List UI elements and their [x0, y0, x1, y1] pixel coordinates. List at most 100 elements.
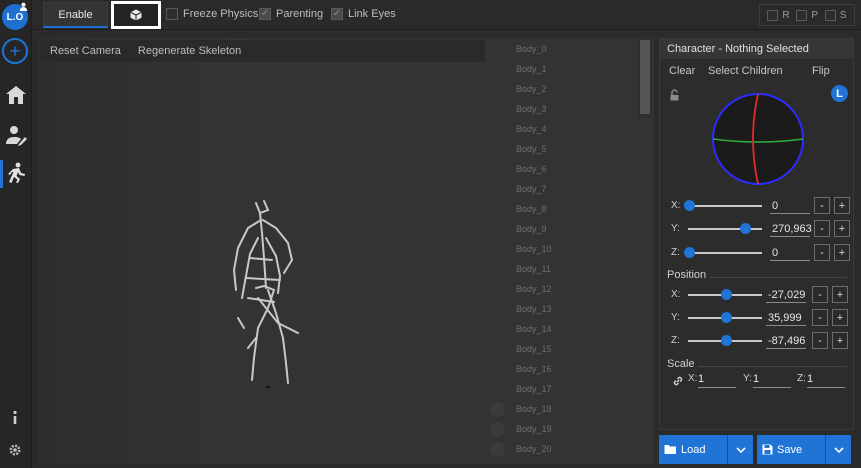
- bone-list-item[interactable]: Body_12: [516, 284, 552, 294]
- panel-title: Character - Nothing Selected: [660, 39, 853, 59]
- freeze-physics-box[interactable]: [166, 8, 178, 20]
- rotation-z-plus[interactable]: +: [834, 244, 850, 261]
- running-icon[interactable]: [5, 162, 27, 184]
- link-eyes-checkbox[interactable]: Link Eyes: [331, 8, 396, 20]
- position-z-minus[interactable]: -: [812, 332, 828, 349]
- position-z-field[interactable]: -87,496: [766, 333, 806, 349]
- flip-button[interactable]: Flip: [812, 65, 830, 77]
- bone-list-item[interactable]: Body_20: [516, 444, 552, 454]
- bone-list-item[interactable]: Body_14: [516, 324, 552, 334]
- rotation-x-plus[interactable]: +: [834, 197, 850, 214]
- bone-list-item[interactable]: Body_0: [516, 44, 547, 54]
- bone-list-item[interactable]: Body_5: [516, 144, 547, 154]
- 3d-viewport[interactable]: Reset Camera Regenerate Skeleton Body_0 B…: [38, 38, 654, 464]
- rotation-y-plus[interactable]: +: [834, 220, 850, 237]
- freeze-physics-checkbox[interactable]: Freeze Physics: [166, 8, 258, 20]
- rotation-x-row: X: 0 - +: [660, 196, 853, 216]
- select-children-button[interactable]: Select Children: [708, 65, 783, 77]
- position-y-minus[interactable]: -: [812, 309, 828, 326]
- position-x-knob[interactable]: [721, 289, 732, 300]
- parenting-checkbox[interactable]: Parenting: [259, 8, 323, 20]
- bone-list-item[interactable]: Body_13: [516, 304, 552, 314]
- save-dropdown[interactable]: [825, 435, 851, 464]
- position-y-field[interactable]: 35,999: [766, 310, 806, 326]
- link-eyes-box[interactable]: [331, 8, 343, 20]
- bone-list-item[interactable]: Body_8: [516, 204, 547, 214]
- skeleton-figure[interactable]: [228, 198, 308, 388]
- add-button[interactable]: +: [2, 38, 28, 64]
- bone-list-item[interactable]: Body_7: [516, 184, 547, 194]
- enable-button[interactable]: Enable: [43, 2, 108, 28]
- parenting-label: Parenting: [276, 8, 324, 20]
- clear-button[interactable]: Clear: [669, 65, 695, 77]
- bone-visibility-toggle[interactable]: [490, 422, 505, 437]
- settings-icon[interactable]: [8, 443, 22, 457]
- bone-list-item[interactable]: Body_16: [516, 364, 552, 374]
- position-x-plus[interactable]: +: [832, 286, 848, 303]
- scale-toggle[interactable]: S: [824, 9, 847, 21]
- cube-toggle-button[interactable]: [111, 1, 161, 29]
- position-toggle[interactable]: P: [796, 9, 818, 21]
- lock-icon[interactable]: [669, 89, 681, 101]
- save-button[interactable]: Save: [757, 435, 851, 464]
- scale-divider: [698, 366, 847, 367]
- bone-list-item[interactable]: Body_1: [516, 64, 547, 74]
- bone-list-item[interactable]: Body_6: [516, 164, 547, 174]
- regenerate-skeleton-button[interactable]: Regenerate Skeleton: [138, 45, 241, 57]
- bone-list-item[interactable]: Body_2: [516, 84, 547, 94]
- load-label: Load: [681, 443, 706, 456]
- position-z-knob[interactable]: [721, 335, 732, 346]
- position-z-plus[interactable]: +: [832, 332, 848, 349]
- position-y-knob[interactable]: [721, 312, 732, 323]
- rotation-y-slider[interactable]: [688, 228, 762, 230]
- bone-list-item[interactable]: Body_11: [516, 264, 551, 274]
- cube-icon: [130, 9, 142, 21]
- scale-x: X: 1: [688, 373, 736, 388]
- position-y-plus[interactable]: +: [832, 309, 848, 326]
- reset-camera-button[interactable]: Reset Camera: [50, 45, 121, 57]
- bone-visibility-toggle[interactable]: [490, 442, 505, 457]
- rotation-z-field[interactable]: 0: [770, 245, 810, 261]
- bone-list-item[interactable]: Body_10: [516, 244, 552, 254]
- bone-list-item[interactable]: Body_3: [516, 104, 547, 114]
- scale-z-field[interactable]: 1: [807, 372, 845, 388]
- info-icon[interactable]: [8, 410, 22, 426]
- scale-z: Z: 1: [797, 373, 845, 388]
- scale-x-field[interactable]: 1: [698, 372, 736, 388]
- scale-y-field[interactable]: 1: [753, 372, 791, 388]
- rotation-y-field[interactable]: 270,963: [770, 221, 812, 237]
- rotation-x-field[interactable]: 0: [770, 198, 810, 214]
- rotation-x-slider[interactable]: [688, 205, 762, 207]
- rotation-z-minus[interactable]: -: [814, 244, 830, 261]
- rotation-y-minus[interactable]: -: [814, 220, 830, 237]
- bone-list-item[interactable]: Body_19: [516, 424, 552, 434]
- scale-y: Y: 1: [743, 373, 791, 388]
- position-x-minus[interactable]: -: [812, 286, 828, 303]
- bone-list-item[interactable]: Body_9: [516, 224, 547, 234]
- rotation-z-slider[interactable]: [688, 252, 762, 254]
- link-icon[interactable]: [672, 375, 684, 387]
- bone-list-item[interactable]: Body_4: [516, 124, 547, 134]
- load-dropdown[interactable]: [727, 435, 753, 464]
- bone-visibility-toggle[interactable]: [490, 402, 505, 417]
- position-z-row: Z: -87,496 - +: [660, 331, 853, 351]
- rotation-x-knob[interactable]: [684, 200, 695, 211]
- bone-list-scrollbar[interactable]: [638, 38, 652, 118]
- bone-list-item[interactable]: Body_18: [516, 404, 552, 414]
- folder-icon: [664, 445, 676, 454]
- rotation-z-knob[interactable]: [684, 247, 695, 258]
- rotation-x-minus[interactable]: -: [814, 197, 830, 214]
- position-divider: [710, 277, 847, 278]
- load-button[interactable]: Load: [659, 435, 753, 464]
- rotation-y-knob[interactable]: [739, 223, 751, 234]
- home-icon[interactable]: [5, 84, 27, 106]
- local-space-badge[interactable]: L: [831, 85, 848, 102]
- rotation-toggle[interactable]: R: [767, 9, 790, 21]
- bone-list-item[interactable]: Body_15: [516, 344, 552, 354]
- parenting-box[interactable]: [259, 8, 271, 20]
- rotation-gizmo[interactable]: [710, 91, 806, 187]
- bone-list-item[interactable]: Body_17: [516, 384, 552, 394]
- position-x-field[interactable]: -27,029: [766, 287, 806, 303]
- scrollbar-thumb[interactable]: [640, 40, 650, 114]
- character-edit-icon[interactable]: [5, 124, 27, 146]
